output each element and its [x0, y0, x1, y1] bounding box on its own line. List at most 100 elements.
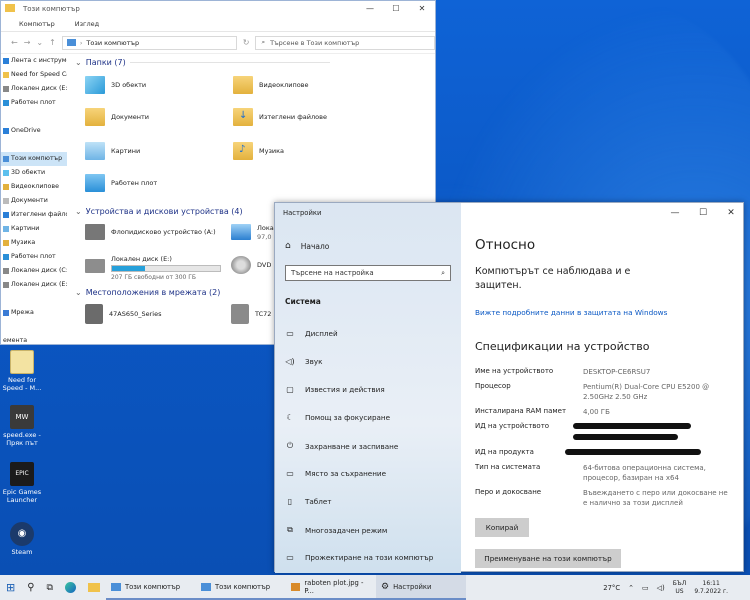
nav-item[interactable]: Документи [1, 194, 67, 208]
network-item-tv[interactable]: 47AS650_Series [85, 304, 162, 324]
close-button[interactable]: ✕ [409, 1, 435, 16]
minimize-button[interactable]: — [357, 1, 383, 16]
drive-item-floppy[interactable]: Флопидисково устройство (A:) [85, 224, 216, 240]
nav-item[interactable]: Изтеглени файлов [1, 208, 67, 222]
taskbar-app-explorer-2[interactable]: Този компютър [195, 575, 286, 600]
nav-item[interactable]: Този компютър [1, 152, 67, 166]
up-arrow-icon[interactable]: ↑ [49, 38, 56, 47]
task-view-icon: ⧉ [46, 582, 53, 593]
language-indicator[interactable]: БЪЛ US [673, 580, 687, 596]
tray-chevron-up-icon[interactable]: ⌃ [628, 584, 634, 592]
task-view-button[interactable]: ⧉ [41, 575, 59, 600]
ribbon-tab-view[interactable]: Изглед [75, 20, 99, 28]
ribbon-tab-computer[interactable]: Компютър [19, 20, 55, 28]
home-nav[interactable]: ⌂ Начало [285, 241, 329, 251]
minimize-button[interactable]: — [661, 205, 689, 221]
taskbar-explorer[interactable] [82, 575, 106, 600]
nav-item[interactable]: Работен плот [1, 250, 67, 264]
settings-nav-item[interactable]: ▭ Прожектиране на този компютър [285, 553, 433, 562]
clock-time: 16:11 [702, 579, 720, 587]
nav-item[interactable]: Видеоклипове [1, 180, 67, 194]
game-icon: MW [10, 405, 34, 429]
network-group-header[interactable]: ⌄ Местоположения в мрежата (2) [75, 288, 220, 297]
nav-item[interactable]: Работен плот [1, 96, 67, 110]
settings-nav-item[interactable]: ◁) Звук [285, 357, 322, 366]
folder-item-documents[interactable]: Документи [85, 108, 149, 126]
copy-button[interactable]: Копирай [475, 518, 529, 537]
nav-item[interactable]: Музика [1, 236, 67, 250]
section-title: Спецификации на устройство [475, 340, 650, 353]
spec-value: Въвеждането с перо или докосване не е на… [583, 489, 728, 507]
rename-pc-button[interactable]: Преименуване на този компютър [475, 549, 621, 568]
nav-item[interactable]: OneDrive [1, 124, 67, 138]
settings-nav-item[interactable]: ⏻ Захранване и заспиване [285, 441, 398, 451]
settings-search-input[interactable]: Търсене на настройка ⌕ [285, 265, 451, 281]
folder-item-pictures[interactable]: Картини [85, 142, 140, 160]
home-label: Начало [300, 241, 330, 251]
drive-item-c[interactable]: Локал 97,0 [231, 224, 278, 242]
folder-item-3d-objects[interactable]: 3D обекти [85, 76, 146, 94]
window-title: Настройки [283, 209, 322, 217]
taskbar-edge[interactable] [59, 575, 82, 600]
search-button[interactable]: ⚲ [21, 575, 40, 600]
taskbar-app-explorer-1[interactable]: Този компютър [105, 575, 196, 600]
volume-icon[interactable]: ◁) [657, 584, 665, 592]
settings-nav-item[interactable]: ⧉ Многозадачен режим [285, 525, 387, 535]
taskbar-app-paint[interactable]: raboten plot.jpg - P... [285, 575, 376, 600]
clock[interactable]: 16:11 9.7.2022 г. [694, 580, 728, 596]
folder-item-downloads[interactable]: ↓ Изтеглени файлове [233, 108, 327, 126]
maximize-button[interactable]: ☐ [383, 1, 409, 16]
nav-item[interactable]: Лента с инструменти [1, 54, 67, 68]
network-icon[interactable]: ▭ [642, 584, 649, 592]
settings-nav-label: Таблет [305, 497, 332, 506]
nav-item[interactable]: Локален диск (C:) [1, 264, 67, 278]
settings-nav-item[interactable]: ▯ Таблет [285, 497, 332, 506]
security-details-link[interactable]: Вижте подробните данни в защитата на Win… [475, 308, 667, 317]
taskbar-app-settings[interactable]: ⚙ Настройки [375, 575, 466, 600]
devices-group-header[interactable]: ⌄ Устройства и дискови устройства (4) [75, 207, 243, 216]
settings-sidebar: Настройки ⌂ Начало Търсене на настройка … [275, 203, 461, 573]
nav-item[interactable]: Локален диск (E:) [1, 82, 67, 96]
settings-nav-item[interactable]: ☾ Помощ за фокусиране [285, 413, 390, 422]
nav-item[interactable]: 3D обекти [1, 166, 67, 180]
folders-group-header[interactable]: ⌄ Папки (7) [75, 58, 330, 67]
desktop-shortcut-speed-exe[interactable]: MW speed.exe - Пряк път [2, 405, 42, 447]
settings-nav-item[interactable]: ▢ Известия и действия [285, 385, 384, 394]
start-button[interactable]: ⊞ [0, 575, 21, 600]
spec-key: Процесор [475, 382, 511, 390]
folder-item-music[interactable]: ♪ Музика [233, 142, 284, 160]
desktop-shortcut-epic-games[interactable]: EPIC Epic Games Launcher [2, 462, 42, 504]
language-code: БЪЛ [672, 579, 687, 587]
settings-nav-item[interactable]: ▭ Място за съхранение [285, 469, 386, 478]
desktop-icon [3, 100, 9, 106]
settings-nav-item[interactable]: ▭ Дисплей [285, 329, 337, 338]
address-bar[interactable]: › Този компютър [61, 35, 237, 50]
nav-item[interactable]: Мрежа [1, 306, 67, 320]
floppy-icon [85, 224, 105, 240]
refresh-icon[interactable]: ↻ [243, 38, 250, 47]
back-arrow-icon[interactable]: ← [11, 38, 18, 47]
nav-item[interactable]: Картини [1, 222, 67, 236]
folder-item-desktop[interactable]: Работен плот [85, 174, 157, 192]
forward-arrow-icon[interactable]: → [24, 38, 31, 47]
search-input[interactable]: ⌕ Търсене в Този компютър [255, 35, 435, 50]
nav-item[interactable]: Need for Speed Car [1, 68, 67, 82]
drive-item-dvd[interactable]: DVD [231, 256, 271, 274]
drive-item-e[interactable]: Локален диск (E:) 207 ГБ свободни от 300… [85, 255, 221, 282]
nav-item[interactable]: Локален диск (E:) [1, 278, 67, 292]
picture-icon [85, 142, 105, 160]
document-icon [3, 198, 9, 204]
folder-item-videos[interactable]: Видеоклипове [233, 76, 309, 94]
desktop-shortcut-need-for-speed[interactable]: Need for Speed - M... [2, 350, 42, 392]
nav-item[interactable]: емента [1, 334, 67, 346]
film-icon [233, 76, 253, 94]
close-button[interactable]: ✕ [717, 205, 745, 221]
spec-value: DESKTOP-CE6RSU7 [583, 368, 651, 376]
weather-temperature[interactable]: 27°C [603, 584, 620, 592]
chevron-down-icon[interactable]: ⌄ [36, 38, 43, 47]
nav-item-label: Изтеглени файлов [11, 211, 67, 218]
shortcut-label: Epic Games Launcher [2, 488, 42, 504]
network-item-tc72[interactable]: TC72 [231, 304, 271, 324]
maximize-button[interactable]: ☐ [689, 205, 717, 221]
desktop-shortcut-steam[interactable]: ◉ Steam [2, 522, 42, 556]
